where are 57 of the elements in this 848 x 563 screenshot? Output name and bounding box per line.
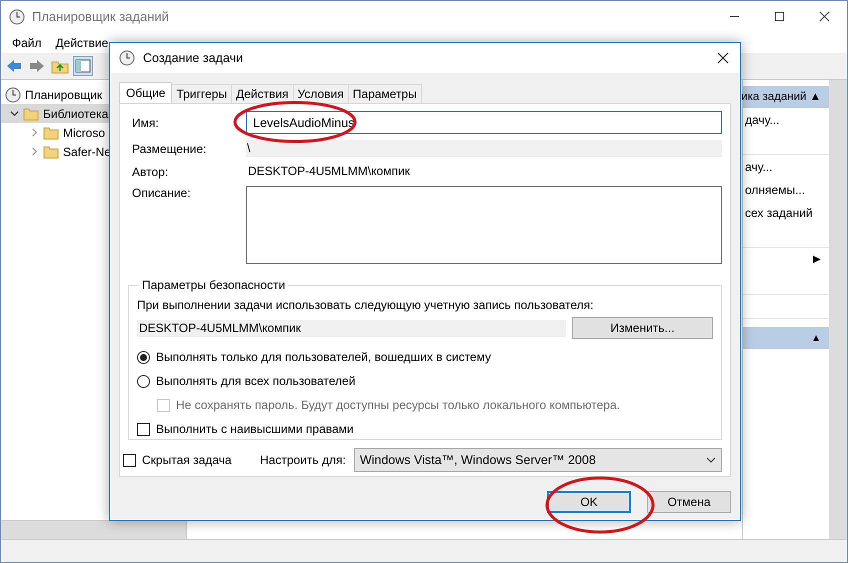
folder-icon (23, 106, 39, 122)
tab[interactable]: Параметры (348, 84, 422, 103)
configure-dropdown[interactable]: Windows Vista™, Windows Server™ 2008 (354, 448, 722, 472)
option-label: Скрытая задача (142, 453, 233, 467)
radio-button[interactable] (137, 350, 150, 364)
chevron-right-icon[interactable] (30, 128, 39, 137)
checkbox[interactable] (123, 454, 136, 466)
field-label: Настроить для: (260, 453, 346, 467)
tree-label: Планировщик (25, 88, 102, 102)
author-value: DESKTOP-4U5MLMM\компик (247, 163, 411, 180)
action-item[interactable]: ачу... (743, 155, 829, 178)
vertical-scrollbar[interactable] (829, 80, 847, 539)
clock-icon (5, 86, 21, 102)
back-arrow-icon[interactable] (5, 57, 23, 75)
actions-header: ика заданий ▲ (743, 86, 829, 108)
tree-label: Библиотека (43, 106, 108, 120)
forward-arrow-icon[interactable] (28, 57, 46, 75)
clock-icon (9, 8, 25, 24)
option-label: Не сохранять пароль. Будут доступны ресурсы только локального компьютера. (176, 398, 620, 412)
folder-icon (43, 144, 59, 160)
option-label: Выполнять для всех пользователей (156, 374, 356, 388)
cancel-button[interactable]: Отмена (647, 491, 731, 513)
field-label: Автор: (132, 164, 170, 178)
description-field[interactable] (246, 186, 722, 264)
option-label: Выполнить с наивысшими правами (156, 422, 354, 436)
dialog-title: Создание задачи (143, 51, 243, 65)
group-title: Параметры безопасности (141, 278, 286, 292)
actions-header: ▲ (743, 327, 829, 349)
checkbox[interactable] (137, 422, 150, 436)
radio-button[interactable] (137, 374, 150, 388)
account-prompt: При выполнении задачи использовать следующую учетную запись пользователя: (137, 298, 594, 312)
action-item[interactable]: сех заданий (743, 201, 829, 224)
tree-label: Microso (63, 126, 106, 140)
tab[interactable]: Общие (119, 82, 172, 103)
field-label: Размещение: (132, 142, 208, 156)
clock-icon (119, 50, 135, 66)
tree-label: Safer-Ne (63, 144, 112, 158)
menu-item[interactable]: Файл (5, 36, 49, 50)
change-button[interactable]: Изменить... (572, 317, 713, 339)
horizontal-scrollbar[interactable] (1, 520, 186, 539)
tab[interactable]: Триггеры (171, 84, 232, 103)
ok-button[interactable]: OK (547, 491, 631, 513)
action-item[interactable]: олняемы... (743, 178, 829, 201)
chevron-down-icon (706, 457, 716, 463)
account-field: DESKTOP-4U5MLMM\компик (137, 320, 566, 336)
option-label: Выполнять только для пользователей, вошедших в систему (156, 350, 491, 364)
pane-icon[interactable] (74, 57, 92, 75)
chevron-down-icon[interactable] (10, 109, 19, 118)
action-item[interactable]: дачу... (743, 108, 829, 131)
window-title: Планировщик заданий (32, 9, 169, 24)
field-label: Описание: (132, 186, 192, 200)
close-icon[interactable] (717, 52, 729, 64)
submenu-arrow[interactable]: ▶ (743, 248, 829, 270)
chevron-right-icon[interactable] (30, 147, 39, 156)
location-field: \ (246, 140, 722, 157)
name-field[interactable]: LevelsAudioMinus (246, 111, 722, 134)
tab[interactable]: Действия (230, 84, 294, 103)
